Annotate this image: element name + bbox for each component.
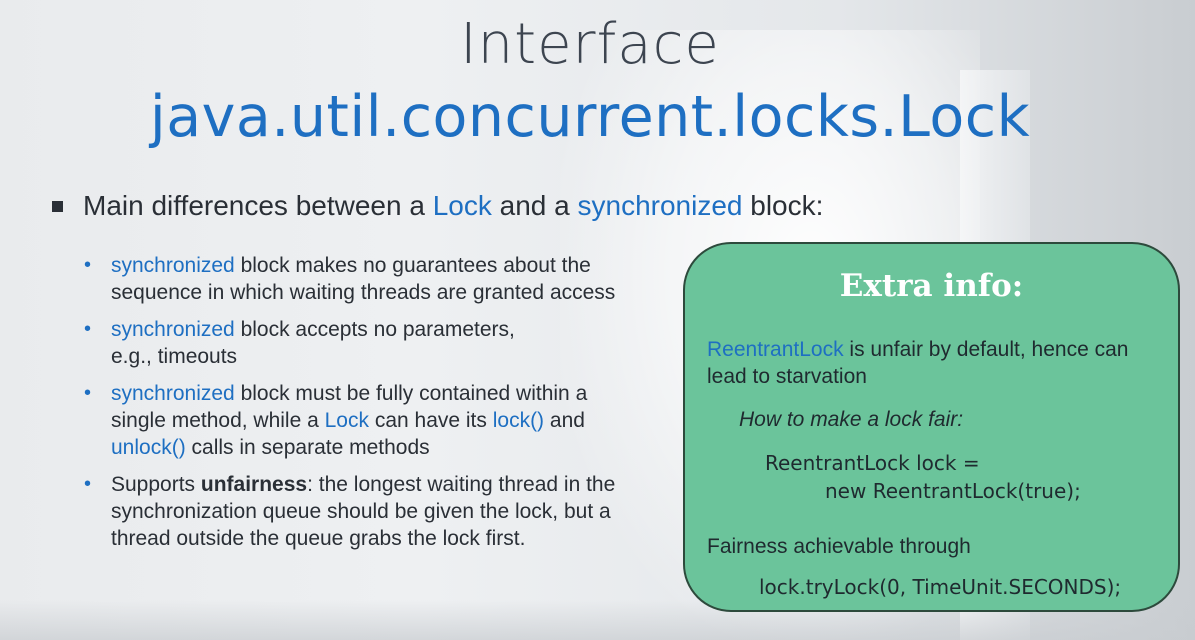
keyword: synchronized [111, 254, 235, 277]
slide-title-line1: Interface [460, 12, 720, 77]
main-bullet-keyword-lock: Lock [432, 190, 492, 221]
list-item-text: Supports [111, 473, 201, 496]
code-line-3: lock.tryLock(0, TimeUnit.SECONDS); [759, 575, 1122, 599]
main-bullet-prefix: Main differences between a [83, 190, 433, 221]
keyword: synchronized [111, 382, 235, 405]
extra-info-title: Extra info: [839, 268, 1024, 304]
keyword: lock() [492, 409, 545, 432]
keyword: ReentrantLock [707, 338, 844, 361]
square-bullet-icon [52, 200, 63, 212]
extra-info-intro: ReentrantLock is unfair by default, henc… [707, 336, 1157, 390]
bold-keyword: unfairness [200, 473, 308, 496]
main-bullet-keyword-synchronized: synchronized [577, 190, 743, 221]
bullet-dot-icon: • [84, 318, 92, 340]
keyword: unlock() [111, 436, 186, 459]
list-item: • Supports unfairness: the longest waiti… [84, 471, 684, 552]
list-item-text: and [544, 409, 585, 432]
code-line-2: new ReentrantLock(true); [825, 479, 1081, 503]
bullet-dot-icon: • [84, 382, 92, 404]
main-bullet-middle: and a [491, 190, 578, 221]
bullet-dot-icon: • [84, 473, 92, 495]
list-item-text: calls in separate methods [185, 436, 430, 459]
list-item: • synchronized block accepts no paramete… [84, 316, 684, 370]
keyword: Lock [324, 409, 369, 432]
how-to-text: How to make a lock fair: [739, 408, 964, 431]
differences-list: • synchronized block makes no guarantees… [84, 252, 684, 562]
main-bullet-suffix: block: [742, 190, 824, 221]
extra-info-box: Extra info: ReentrantLock is unfair by d… [683, 242, 1180, 612]
code-line-1: ReentrantLock lock = [765, 451, 980, 475]
keyword: synchronized [111, 318, 235, 341]
list-item: • synchronized block must be fully conta… [84, 380, 684, 461]
slide-title-line2: java.util.concurrent.locks.Lock [149, 84, 1031, 150]
list-item: • synchronized block makes no guarantees… [84, 252, 684, 306]
list-item-text: can have its [368, 409, 493, 432]
bullet-dot-icon: • [84, 254, 92, 276]
fairness-text: Fairness achievable through [707, 535, 971, 558]
main-bullet: Main differences between a Lock and a sy… [52, 190, 823, 222]
